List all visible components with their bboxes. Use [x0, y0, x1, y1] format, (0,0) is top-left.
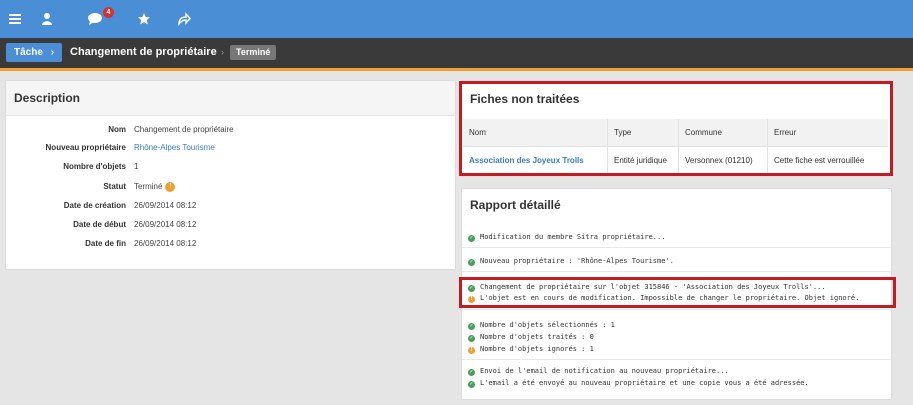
report-line: ! Nombre d'objets ignorés : 1: [468, 344, 594, 354]
breadcrumb-task-label: Tâche: [14, 47, 43, 58]
report-text: Nombre d'objets traités : 0: [480, 333, 594, 341]
divider: [462, 359, 891, 360]
report-line: ✓ L'email a été envoyé au nouveau proprié…: [468, 378, 809, 388]
description-value: Changement de propriétaire: [134, 125, 234, 134]
description-row: Date de fin 26/09/2014 08:12: [6, 237, 446, 251]
description-key: Nombre d'objets: [63, 162, 126, 171]
description-value: Terminé!: [134, 180, 176, 194]
top-navigation-bar: 4: [0, 0, 913, 38]
description-key: Nouveau propriétaire: [45, 143, 126, 152]
check-icon: ✓: [468, 369, 475, 376]
report-text: Nombre d'objets ignorés : 1: [480, 345, 594, 353]
description-key: Date de création: [63, 201, 126, 210]
description-row: Date de début 26/09/2014 08:12: [6, 218, 446, 232]
user-icon[interactable]: [36, 8, 58, 30]
rapport-heading: Rapport détaillé: [462, 189, 891, 222]
description-row: Date de création 26/09/2014 08:12: [6, 199, 446, 213]
breadcrumb-task-link[interactable]: Tâche ›: [6, 43, 63, 62]
menu-icon[interactable]: [4, 8, 26, 30]
check-icon: ✓: [468, 323, 475, 330]
report-text: L'email a été envoyé au nouveau propriét…: [480, 379, 809, 387]
divider: [462, 271, 891, 272]
report-text: Nombre d'objets sélectionnés : 1: [480, 321, 615, 329]
new-owner-link[interactable]: Rhône-Alpes Tourisme: [134, 141, 215, 155]
report-line: ✓ Envoi de l'email de notification au nou…: [468, 366, 729, 376]
status-badge: Terminé: [230, 45, 277, 60]
description-heading: Description: [6, 81, 455, 116]
chevron-right-icon: ›: [50, 47, 55, 58]
status-value: Terminé: [134, 182, 163, 191]
check-icon: ✓: [468, 235, 475, 242]
warning-icon: !: [165, 181, 176, 192]
check-icon: ✓: [468, 381, 475, 388]
report-line: ✓ Modification du membre Sitra propriétai…: [468, 232, 665, 242]
breadcrumb-separator-icon: ›: [221, 47, 224, 57]
description-key: Date de fin: [85, 239, 126, 248]
highlight-box: [459, 277, 896, 308]
breadcrumb: Tâche › Changement de propriétaire › Ter…: [0, 38, 913, 71]
divider: [462, 309, 891, 310]
description-key: Statut: [103, 182, 126, 191]
report-text: Modification du membre Sitra propriétair…: [480, 233, 666, 241]
report-line: ✓ Nombre d'objets sélectionnés : 1: [468, 320, 615, 330]
description-value: 26/09/2014 08:12: [134, 220, 197, 229]
description-key: Nom: [108, 125, 126, 134]
check-icon: ✓: [468, 259, 475, 266]
check-icon: ✓: [468, 335, 475, 342]
report-text: Nouveau propriétaire : 'Rhône-Alpes Tour…: [480, 257, 674, 265]
description-row: Nouveau propriétaire Rhône-Alpes Tourism…: [6, 141, 446, 155]
share-icon[interactable]: [173, 8, 195, 30]
description-panel: Description Nom Changement de propriétai…: [5, 80, 456, 270]
report-line: ✓ Nouveau propriétaire : 'Rhône-Alpes Tou…: [468, 256, 674, 266]
star-icon[interactable]: [133, 8, 155, 30]
notification-badge: 4: [103, 7, 114, 18]
highlight-box: [459, 81, 893, 176]
report-line: ✓ Nombre d'objets traités : 0: [468, 332, 594, 342]
description-key: Date de début: [73, 220, 126, 229]
warning-icon: !: [468, 347, 475, 354]
description-value: 26/09/2014 08:12: [134, 201, 197, 210]
description-value: 1: [134, 162, 139, 171]
divider: [462, 247, 891, 248]
page-title: Changement de propriétaire: [70, 46, 217, 58]
description-row: Nombre d'objets 1: [6, 160, 446, 174]
description-row: Statut Terminé!: [6, 180, 446, 194]
description-row: Nom Changement de propriétaire: [6, 123, 446, 137]
report-text: Envoi de l'email de notification au nouv…: [480, 367, 729, 375]
description-value: 26/09/2014 08:12: [134, 239, 197, 248]
